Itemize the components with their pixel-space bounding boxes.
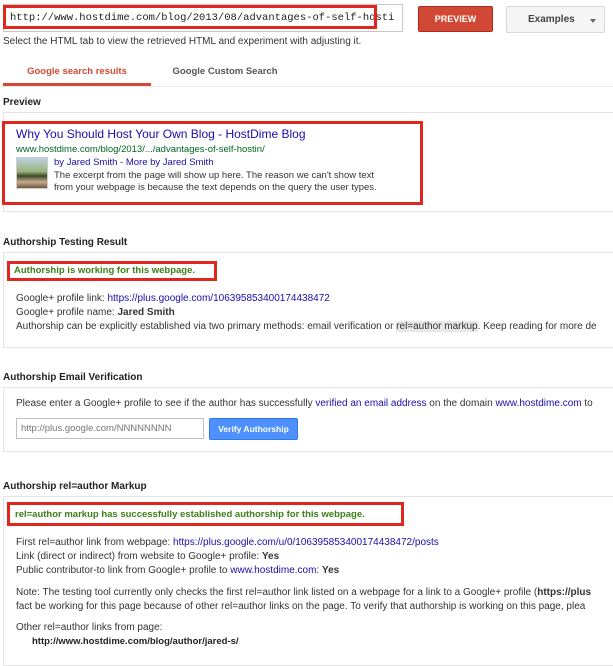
email-instructions: Please enter a Google+ profile to see if… <box>16 398 593 409</box>
first-link[interactable]: https://plus.google.com/u/0/106395853400… <box>173 537 439 548</box>
contrib-value: Yes <box>321 565 340 576</box>
first-link-line: First rel=author link from webpage: http… <box>16 537 439 548</box>
by-prefix: by <box>54 157 67 168</box>
authorship-status: Authorship is working for this webpage. <box>14 265 196 276</box>
email-text-pre: Please enter a Google+ profile to see if… <box>16 398 316 409</box>
tab-label: Google search results <box>27 66 127 77</box>
preview-button[interactable]: PREVIEW <box>418 6 493 32</box>
hint-text: Select the HTML tab to view the retrieve… <box>3 36 362 47</box>
explain-pre: Authorship can be explicitly established… <box>16 321 397 332</box>
site-link-line: Link (direct or indirect) from website t… <box>16 551 279 562</box>
markup-status: rel=author markup has successfully estab… <box>15 509 365 520</box>
byline: by Jared Smith - More by Jared Smith <box>54 157 213 168</box>
verified-email-link[interactable]: verified an email address <box>315 398 426 409</box>
url-highlight <box>3 5 377 29</box>
google-profile-input[interactable] <box>16 418 204 439</box>
authorship-section-title: Authorship Testing Result <box>3 237 128 248</box>
tab-google-search-results[interactable]: Google search results <box>3 58 151 86</box>
chevron-down-icon <box>590 19 596 23</box>
profile-name-label: Google+ profile name: <box>16 307 118 318</box>
email-section-title: Authorship Email Verification <box>3 372 143 383</box>
email-text-mid: on the domain <box>426 398 496 409</box>
explain-code: rel=author markup <box>396 321 478 332</box>
site-link-label: Link (direct or indirect) from website t… <box>16 551 262 562</box>
author-link[interactable]: Jared Smith <box>67 157 118 168</box>
authorship-explain: Authorship can be explicitly established… <box>16 321 597 332</box>
snippet-line-1: The excerpt from the page will show up h… <box>54 170 375 181</box>
markup-section-title: Authorship rel=author Markup <box>3 481 147 492</box>
result-title[interactable]: Why You Should Host Your Own Blog - Host… <box>16 127 306 141</box>
profile-link-line: Google+ profile link: https://plus.googl… <box>16 293 330 304</box>
note-line-1: Note: The testing tool currently only ch… <box>16 587 591 598</box>
examples-label: Examples <box>528 14 575 25</box>
note-text-1: Note: The testing tool currently only ch… <box>16 587 538 598</box>
result-url: www.hostdime.com/blog/2013/.../advantage… <box>16 144 265 155</box>
tab-google-custom-search[interactable]: Google Custom Search <box>151 58 299 84</box>
tab-label: Google Custom Search <box>172 66 278 77</box>
note-bold-link: https://plus <box>537 587 592 598</box>
note-line-2: fact be working for this page because of… <box>16 601 586 612</box>
profile-name-line: Google+ profile name: Jared Smith <box>16 307 175 318</box>
author-avatar[interactable] <box>16 157 48 189</box>
contrib-domain-link[interactable]: www.hostdime.com <box>230 565 316 576</box>
site-link-value: Yes <box>261 551 280 562</box>
contrib-line: Public contributor-to link from Google+ … <box>16 565 339 576</box>
profile-link[interactable]: https://plus.google.com/1063958534001744… <box>107 293 329 304</box>
snippet-line-2: from your webpage is because the text de… <box>54 182 377 193</box>
profile-name: Jared Smith <box>117 307 175 318</box>
profile-link-label: Google+ profile link: <box>16 293 108 304</box>
other-links-label: Other rel=author links from page: <box>16 622 163 633</box>
contrib-label: Public contributor-to link from Google+ … <box>16 565 231 576</box>
email-text-post: to <box>581 398 593 409</box>
examples-dropdown[interactable]: Examples <box>506 6 605 33</box>
tabs-divider <box>0 86 613 87</box>
email-domain-link[interactable]: www.hostdime.com <box>495 398 581 409</box>
explain-post: . Keep reading for more de <box>477 321 597 332</box>
byline-sep: - <box>117 157 126 168</box>
more-by-link[interactable]: More by Jared Smith <box>126 157 214 168</box>
verify-authorship-button[interactable]: Verify Authorship <box>209 418 298 440</box>
preview-section-title: Preview <box>3 97 41 108</box>
first-link-label: First rel=author link from webpage: <box>16 537 174 548</box>
other-link[interactable]: http://www.hostdime.com/blog/author/jare… <box>32 636 239 647</box>
